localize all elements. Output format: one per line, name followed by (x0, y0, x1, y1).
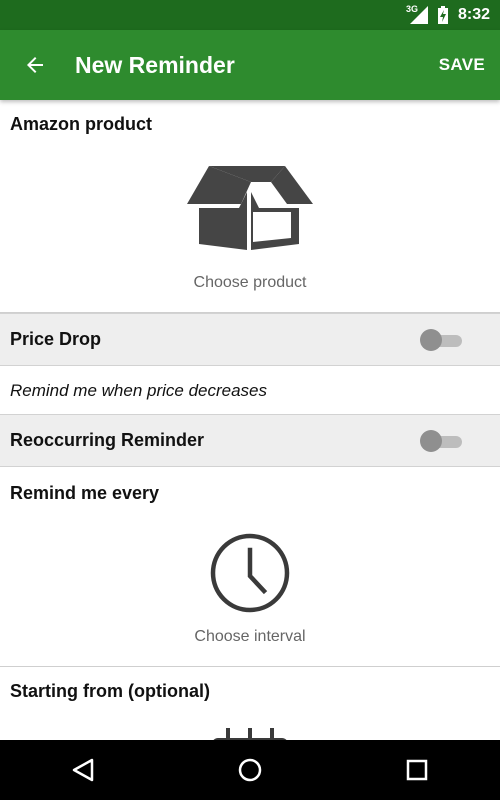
price-drop-label: Price Drop (10, 329, 102, 349)
section-divider (0, 666, 500, 667)
choose-interval-label: Choose interval (194, 628, 306, 645)
choose-start-date-button[interactable] (0, 728, 500, 740)
price-drop-toggle[interactable] (420, 329, 462, 351)
amazon-product-title: Amazon product (10, 114, 152, 134)
remind-every-title: Remind me every (10, 483, 160, 503)
form-content[interactable]: Amazon product Choose product Price Drop… (0, 100, 500, 740)
open-box-icon (187, 166, 313, 250)
signal-indicator: 3G (406, 4, 428, 24)
choose-product-label: Choose product (193, 274, 307, 291)
status-bar: 3G 8:32 (0, 0, 500, 30)
signal-icon (409, 6, 428, 24)
nav-home-icon (238, 758, 262, 782)
price-drop-row[interactable]: Price Drop (0, 313, 500, 366)
price-drop-description: Remind me when price decreases (10, 381, 268, 400)
system-nav-bar (0, 740, 500, 800)
clock-icon (210, 533, 290, 613)
choose-product-button[interactable]: Choose product (0, 162, 500, 292)
toggle-thumb (420, 329, 442, 351)
arrow-back-icon (27, 57, 43, 73)
toggle-thumb (420, 430, 442, 452)
nav-recents-icon (406, 759, 427, 781)
reoccurring-reminder-label: Reoccurring Reminder (10, 430, 205, 450)
nav-recents-button[interactable] (387, 740, 447, 800)
nav-back-button[interactable] (53, 740, 113, 800)
battery-charging-icon (437, 6, 448, 24)
reoccurring-reminder-row[interactable]: Reoccurring Reminder (0, 414, 500, 467)
choose-interval-button[interactable]: Choose interval (0, 532, 500, 646)
reoccurring-reminder-toggle[interactable] (420, 430, 462, 452)
calendar-icon (213, 728, 287, 740)
clock-time: 8:32 (457, 6, 490, 23)
back-button[interactable] (19, 49, 51, 81)
nav-back-icon (73, 758, 94, 782)
save-button[interactable]: SAVE (439, 30, 485, 100)
page-title: New Reminder (75, 51, 235, 78)
starting-from-title: Starting from (optional) (10, 681, 210, 701)
nav-home-button[interactable] (220, 740, 280, 800)
section-divider (0, 312, 500, 313)
app-bar: New Reminder SAVE (0, 30, 500, 100)
